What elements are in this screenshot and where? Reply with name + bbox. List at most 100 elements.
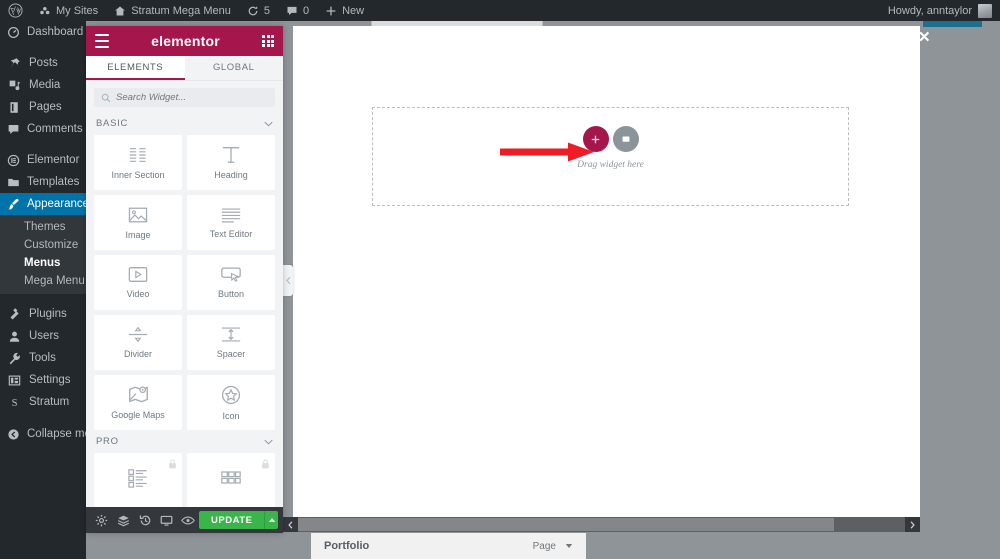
scrollbar-thumb[interactable] (298, 518, 834, 531)
section-title: PRO (96, 436, 119, 447)
panel-footer: UPDATE (86, 507, 283, 533)
submenu-item-customize[interactable]: Customize (0, 236, 86, 254)
admin-bar-label: My Sites (56, 4, 99, 17)
widget-divider[interactable]: Divider (94, 315, 182, 370)
widget-spacer[interactable]: Spacer (187, 315, 275, 370)
posts-list-icon (128, 468, 147, 488)
wordpress-logo-button[interactable] (0, 0, 31, 21)
eye-icon[interactable] (177, 507, 199, 533)
widget-label: Button (217, 289, 245, 299)
dropzone-caption: Drag widget here (577, 160, 644, 170)
sidebar-item-posts[interactable]: Posts (0, 52, 86, 74)
widget-icon[interactable]: Icon (187, 375, 275, 430)
tab-elements[interactable]: ELEMENTS (86, 56, 185, 80)
submenu-item-themes[interactable]: Themes (0, 218, 86, 236)
dropzone[interactable]: Drag widget here (372, 107, 849, 206)
admin-bar-item-my-sites[interactable]: My Sites (31, 0, 106, 21)
sidebar-item-users[interactable]: Users (0, 325, 86, 347)
sidebar-item-label: Comments (27, 123, 83, 135)
widget-google-maps[interactable]: Google Maps (94, 375, 182, 430)
widget-text-editor[interactable]: Text Editor (187, 195, 275, 250)
sidebar-item-settings[interactable]: Settings (0, 369, 86, 391)
menu-item-title: Portfolio (324, 540, 370, 552)
widget-button[interactable]: Button (187, 255, 275, 310)
sidebar-item-dashboard[interactable]: Dashboard (0, 21, 86, 43)
wp-admin-bar: My Sites Stratum Mega Menu 5 0 New Howdy… (0, 0, 1000, 21)
tab-global[interactable]: GLOBAL (184, 56, 283, 80)
sidebar-item-label: Settings (29, 374, 71, 386)
admin-bar-label: 5 (263, 4, 270, 17)
heading-t-icon (222, 147, 240, 163)
widget-label: Spacer (216, 349, 246, 359)
image-icon (128, 207, 148, 222)
media-icon (7, 79, 22, 92)
close-icon[interactable]: ✕ (918, 30, 931, 45)
dropzone-buttons (373, 126, 848, 152)
sidebar-item-stratum[interactable]: S Stratum (0, 391, 86, 413)
widget-label: Icon (222, 410, 240, 421)
avatar (978, 3, 992, 18)
chevron-right-icon (910, 520, 915, 529)
panel-collapse-handle[interactable] (283, 265, 293, 296)
pin-icon (7, 57, 22, 70)
admin-bar-item-site-name[interactable]: Stratum Mega Menu (106, 0, 239, 21)
spacer-arrows-icon (221, 327, 241, 342)
panel-header: elementor (86, 26, 283, 56)
admin-bar-item-comments[interactable]: 0 (278, 0, 317, 21)
panel-tabs: ELEMENTS GLOBAL (86, 56, 283, 81)
update-button[interactable]: UPDATE (199, 511, 265, 529)
grid-icon[interactable] (262, 35, 274, 47)
admin-bar-item-updates[interactable]: 5 (239, 0, 278, 21)
submenu-item-mega-menu[interactable]: Mega Menu (0, 272, 86, 290)
update-options-button[interactable] (264, 511, 279, 529)
admin-bar-item-new[interactable]: New (317, 0, 372, 21)
widget-image[interactable]: Image (94, 195, 182, 250)
search-box[interactable] (94, 88, 275, 107)
layers-icon[interactable] (113, 507, 135, 533)
widget-heading[interactable]: Heading (187, 135, 275, 190)
widget-label: Video (126, 289, 150, 299)
gear-icon[interactable] (91, 507, 113, 533)
elementor-logo: elementor (151, 33, 220, 49)
widget-posts[interactable] (94, 453, 182, 507)
sidebar-item-comments[interactable]: Comments (0, 118, 86, 140)
collapse-icon (7, 428, 20, 441)
sidebar-item-plugins[interactable]: Plugins (0, 303, 86, 325)
sidebar-item-tools[interactable]: Tools (0, 347, 86, 369)
caret-up-icon (268, 518, 275, 522)
section-header-basic[interactable]: BASIC (86, 112, 283, 135)
section-header-pro[interactable]: PRO (86, 430, 283, 453)
sidebar-item-elementor[interactable]: Elementor (0, 149, 86, 171)
page-icon (7, 101, 22, 114)
sidebar-item-label: Dashboard (27, 26, 84, 38)
search-icon (101, 93, 111, 102)
menu-item-row-portfolio[interactable]: Portfolio Page (311, 533, 586, 559)
stratum-icon: S (7, 396, 22, 409)
comment-icon (7, 123, 20, 136)
monitor-icon[interactable] (156, 507, 178, 533)
sidebar-item-pages[interactable]: Pages (0, 96, 86, 118)
admin-bar-account[interactable]: Howdy, anntaylor (888, 3, 1000, 18)
history-icon[interactable] (134, 507, 156, 533)
widget-inner-section[interactable]: Inner Section (94, 135, 182, 190)
horizontal-scrollbar[interactable] (283, 517, 920, 532)
sidebar-item-label: Plugins (29, 308, 67, 320)
appearance-submenu: Themes Customize Menus Mega Menu (0, 215, 86, 294)
widget-portfolio[interactable] (187, 453, 275, 507)
submenu-item-menus[interactable]: Menus (0, 254, 86, 272)
add-template-button[interactable] (612, 126, 639, 152)
scroll-right-button[interactable] (905, 517, 920, 532)
button-cursor-icon (221, 267, 241, 282)
hamburger-icon[interactable] (95, 34, 109, 48)
sidebar-item-templates[interactable]: Templates (0, 171, 86, 193)
sidebar-item-label: Tools (29, 352, 56, 364)
chevron-down-icon (264, 439, 273, 444)
elementor-panel: elementor ELEMENTS GLOBAL BASIC (86, 26, 283, 533)
sidebar-item-appearance[interactable]: Appearance (0, 193, 89, 215)
scroll-left-button[interactable] (283, 517, 298, 532)
search-input[interactable] (116, 92, 268, 103)
sidebar-item-media[interactable]: Media (0, 74, 86, 96)
caret-down-icon[interactable] (565, 543, 573, 549)
widget-video[interactable]: Video (94, 255, 182, 310)
sidebar-item-collapse-menu[interactable]: Collapse menu (0, 423, 104, 445)
